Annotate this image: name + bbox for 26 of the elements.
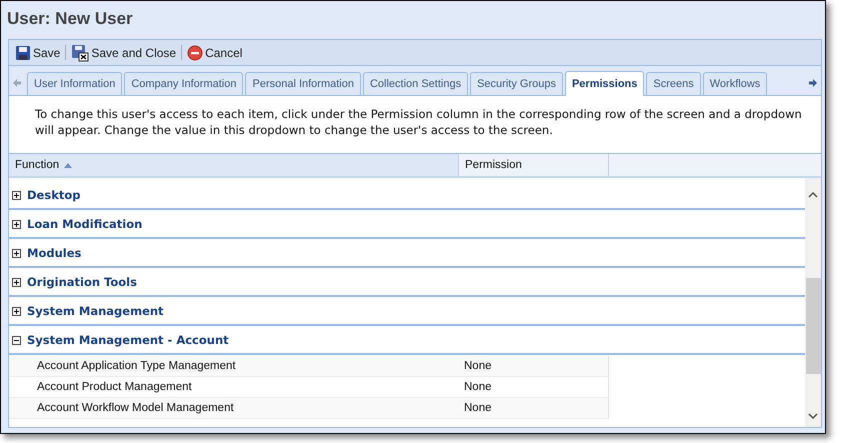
tab[interactable]: Personal Information [245,72,361,95]
tab[interactable]: Security Groups [470,72,563,95]
group-row[interactable]: Desktop [9,182,805,210]
table-cell[interactable]: None [459,398,609,418]
table-cell[interactable]: None [459,356,609,376]
group-row[interactable]: Loan Modification [9,211,805,239]
table-cell-text: Account Application Type Management [36,359,237,374]
window-title: User: New User [6,8,134,30]
tab[interactable]: Collection Settings [362,72,468,95]
instructions-text: To change this user's access to each item, click under the Permission column in the corresponding row of the screen and a dropdown will appear. Change the value in this dropdown to change the user's access to the screen. [34,106,803,139]
group-row[interactable]: System Management [9,298,805,326]
save-and-close-button[interactable]: Save and Close [68,42,180,64]
tab[interactable]: Company Information [124,72,244,95]
tab[interactable]: User Information [27,72,122,95]
cancel-button[interactable]: Cancel [184,42,246,64]
tab[interactable]: Workflows [702,72,768,95]
group-row[interactable]: Origination Tools [9,269,805,297]
tab[interactable]: Screens [646,72,701,95]
tab[interactable]: Permissions [564,71,644,96]
column-header[interactable]: Function [9,154,459,176]
table-cell-text: Account Workflow Model Management [36,401,235,416]
save-button[interactable]: Save [12,42,64,64]
table-cell-text: Account Product Management [36,380,193,395]
column-header[interactable]: Permission [459,154,609,176]
table-cell[interactable]: None [459,377,609,397]
group-row[interactable]: Modules [9,240,805,268]
